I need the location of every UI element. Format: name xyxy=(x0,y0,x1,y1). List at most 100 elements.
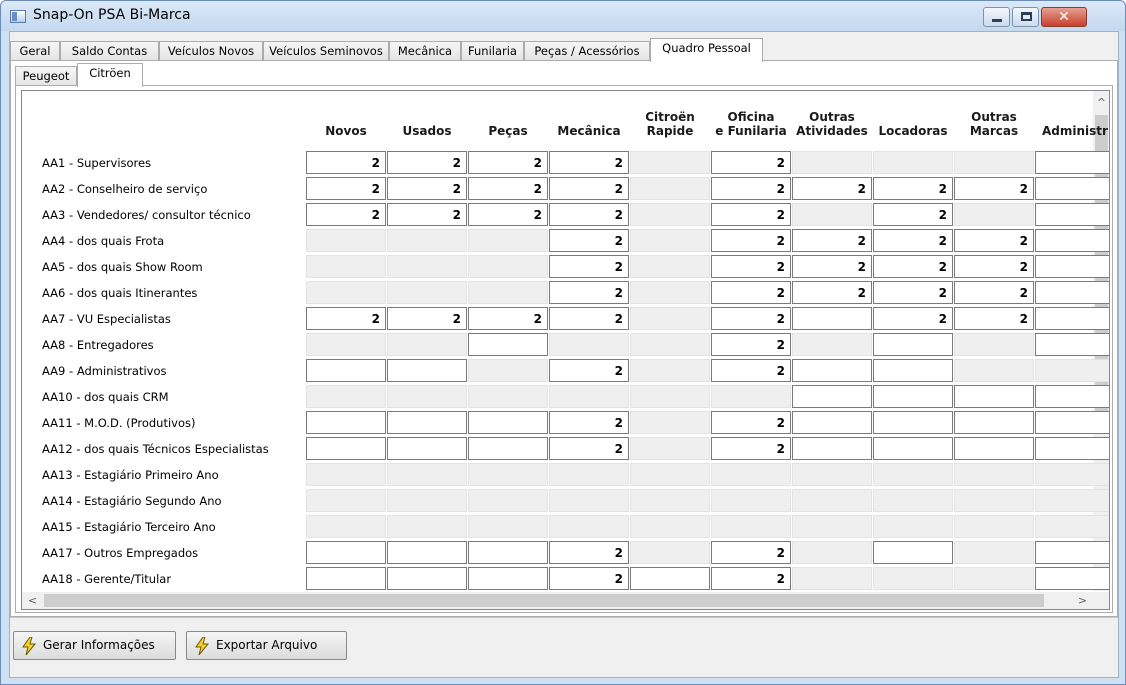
grid-cell[interactable] xyxy=(792,411,872,434)
grid-cell[interactable] xyxy=(1035,385,1109,408)
scroll-up-icon[interactable]: ^ xyxy=(1093,94,1109,111)
grid-cell[interactable]: 2 xyxy=(549,229,629,252)
horizontal-scrollbar[interactable]: < > xyxy=(22,592,1093,609)
grid-cell[interactable]: 2 xyxy=(549,359,629,382)
grid-cell[interactable] xyxy=(792,385,872,408)
grid-cell[interactable]: 2 xyxy=(306,151,386,174)
grid-cell[interactable]: 2 xyxy=(954,177,1034,200)
title-bar[interactable]: Snap-On PSA Bi-Marca ✕ xyxy=(1,1,1125,31)
grid-cell[interactable] xyxy=(468,541,548,564)
grid-cell[interactable]: 2 xyxy=(711,177,791,200)
grid-cell[interactable]: 2 xyxy=(873,281,953,304)
grid-cell[interactable]: 2 xyxy=(711,359,791,382)
grid-cell[interactable] xyxy=(468,437,548,460)
grid-cell[interactable] xyxy=(1035,177,1109,200)
grid-cell[interactable] xyxy=(792,307,872,330)
subtab-citroen[interactable]: Citröen xyxy=(77,63,143,87)
grid-cell[interactable]: 2 xyxy=(792,177,872,200)
grid-cell[interactable]: 2 xyxy=(711,281,791,304)
grid-cell[interactable] xyxy=(1035,333,1109,356)
grid-cell[interactable]: 2 xyxy=(549,567,629,590)
tab-geral[interactable]: Geral xyxy=(10,41,60,61)
exportar-arquivo-button[interactable]: Exportar Arquivo xyxy=(186,631,347,660)
grid-cell[interactable]: 2 xyxy=(873,229,953,252)
grid-cell[interactable] xyxy=(1035,229,1109,252)
grid-cell[interactable] xyxy=(387,359,467,382)
grid-cell[interactable] xyxy=(792,359,872,382)
subtab-peugeot[interactable]: Peugeot xyxy=(15,66,77,86)
grid-cell[interactable]: 2 xyxy=(792,255,872,278)
tab-veiculos-novos[interactable]: Veículos Novos xyxy=(159,41,263,61)
maximize-button[interactable] xyxy=(1012,7,1039,27)
grid-cell[interactable]: 2 xyxy=(468,203,548,226)
grid-cell[interactable] xyxy=(306,541,386,564)
tab-funilaria[interactable]: Funilaria xyxy=(461,41,524,61)
grid-cell[interactable] xyxy=(873,385,953,408)
grid-cell[interactable]: 2 xyxy=(873,255,953,278)
grid-cell[interactable] xyxy=(630,567,710,590)
grid-cell[interactable] xyxy=(1035,203,1109,226)
grid-cell[interactable] xyxy=(1035,437,1109,460)
grid-cell[interactable]: 2 xyxy=(792,229,872,252)
grid-cell[interactable] xyxy=(873,411,953,434)
grid-cell[interactable]: 2 xyxy=(711,255,791,278)
grid-cell[interactable]: 2 xyxy=(549,281,629,304)
grid-cell[interactable] xyxy=(873,359,953,382)
scroll-right-icon[interactable]: > xyxy=(1074,592,1091,609)
gerar-informacoes-button[interactable]: Gerar Informações xyxy=(13,631,176,660)
grid-cell[interactable]: 2 xyxy=(387,151,467,174)
grid-cell[interactable] xyxy=(306,359,386,382)
grid-cell[interactable] xyxy=(954,411,1034,434)
grid-cell[interactable]: 2 xyxy=(711,333,791,356)
grid-cell[interactable]: 2 xyxy=(468,177,548,200)
grid-cell[interactable] xyxy=(1035,567,1109,590)
grid-cell[interactable] xyxy=(1035,541,1109,564)
grid-cell[interactable] xyxy=(306,437,386,460)
grid-cell[interactable]: 2 xyxy=(873,307,953,330)
grid-cell[interactable] xyxy=(468,411,548,434)
grid-cell[interactable] xyxy=(1035,281,1109,304)
grid-cell[interactable]: 2 xyxy=(954,307,1034,330)
grid-cell[interactable]: 2 xyxy=(711,203,791,226)
grid-cell[interactable] xyxy=(792,437,872,460)
grid-cell[interactable]: 2 xyxy=(549,151,629,174)
grid-cell[interactable] xyxy=(468,567,548,590)
grid-cell[interactable]: 2 xyxy=(954,255,1034,278)
grid-cell[interactable]: 2 xyxy=(711,307,791,330)
horizontal-scroll-thumb[interactable] xyxy=(44,594,1044,607)
grid-cell[interactable] xyxy=(387,567,467,590)
grid-cell[interactable] xyxy=(873,333,953,356)
grid-cell[interactable]: 2 xyxy=(711,567,791,590)
grid-cell[interactable]: 2 xyxy=(549,307,629,330)
grid-cell[interactable] xyxy=(387,437,467,460)
grid-cell[interactable]: 2 xyxy=(387,177,467,200)
grid-cell[interactable]: 2 xyxy=(549,203,629,226)
grid-cell[interactable]: 2 xyxy=(873,203,953,226)
grid-cell[interactable]: 2 xyxy=(387,203,467,226)
tab-saldo-contas[interactable]: Saldo Contas xyxy=(60,41,159,61)
grid-cell[interactable] xyxy=(873,541,953,564)
tab-mecanica[interactable]: Mecânica xyxy=(389,41,461,61)
grid-cell[interactable]: 2 xyxy=(549,177,629,200)
scroll-left-icon[interactable]: < xyxy=(24,592,41,609)
tab-pecas-acessorios[interactable]: Peças / Acessórios xyxy=(524,41,650,61)
grid-cell[interactable] xyxy=(1035,255,1109,278)
grid-cell[interactable]: 2 xyxy=(549,411,629,434)
tab-quadro-pessoal[interactable]: Quadro Pessoal xyxy=(650,38,763,62)
grid-cell[interactable] xyxy=(873,437,953,460)
grid-cell[interactable]: 2 xyxy=(954,229,1034,252)
grid-cell[interactable]: 2 xyxy=(549,437,629,460)
grid-cell[interactable]: 2 xyxy=(792,281,872,304)
grid-cell[interactable]: 2 xyxy=(306,307,386,330)
grid-cell[interactable]: 2 xyxy=(954,281,1034,304)
grid-cell[interactable]: 2 xyxy=(306,177,386,200)
tab-veiculos-seminovos[interactable]: Veículos Seminovos xyxy=(263,41,389,61)
grid-cell[interactable] xyxy=(1035,307,1109,330)
grid-cell[interactable] xyxy=(306,411,386,434)
minimize-button[interactable] xyxy=(983,7,1010,27)
grid-cell[interactable] xyxy=(1035,151,1109,174)
grid-cell[interactable] xyxy=(306,567,386,590)
grid-cell[interactable]: 2 xyxy=(468,151,548,174)
grid-cell[interactable]: 2 xyxy=(711,541,791,564)
grid-cell[interactable]: 2 xyxy=(711,229,791,252)
